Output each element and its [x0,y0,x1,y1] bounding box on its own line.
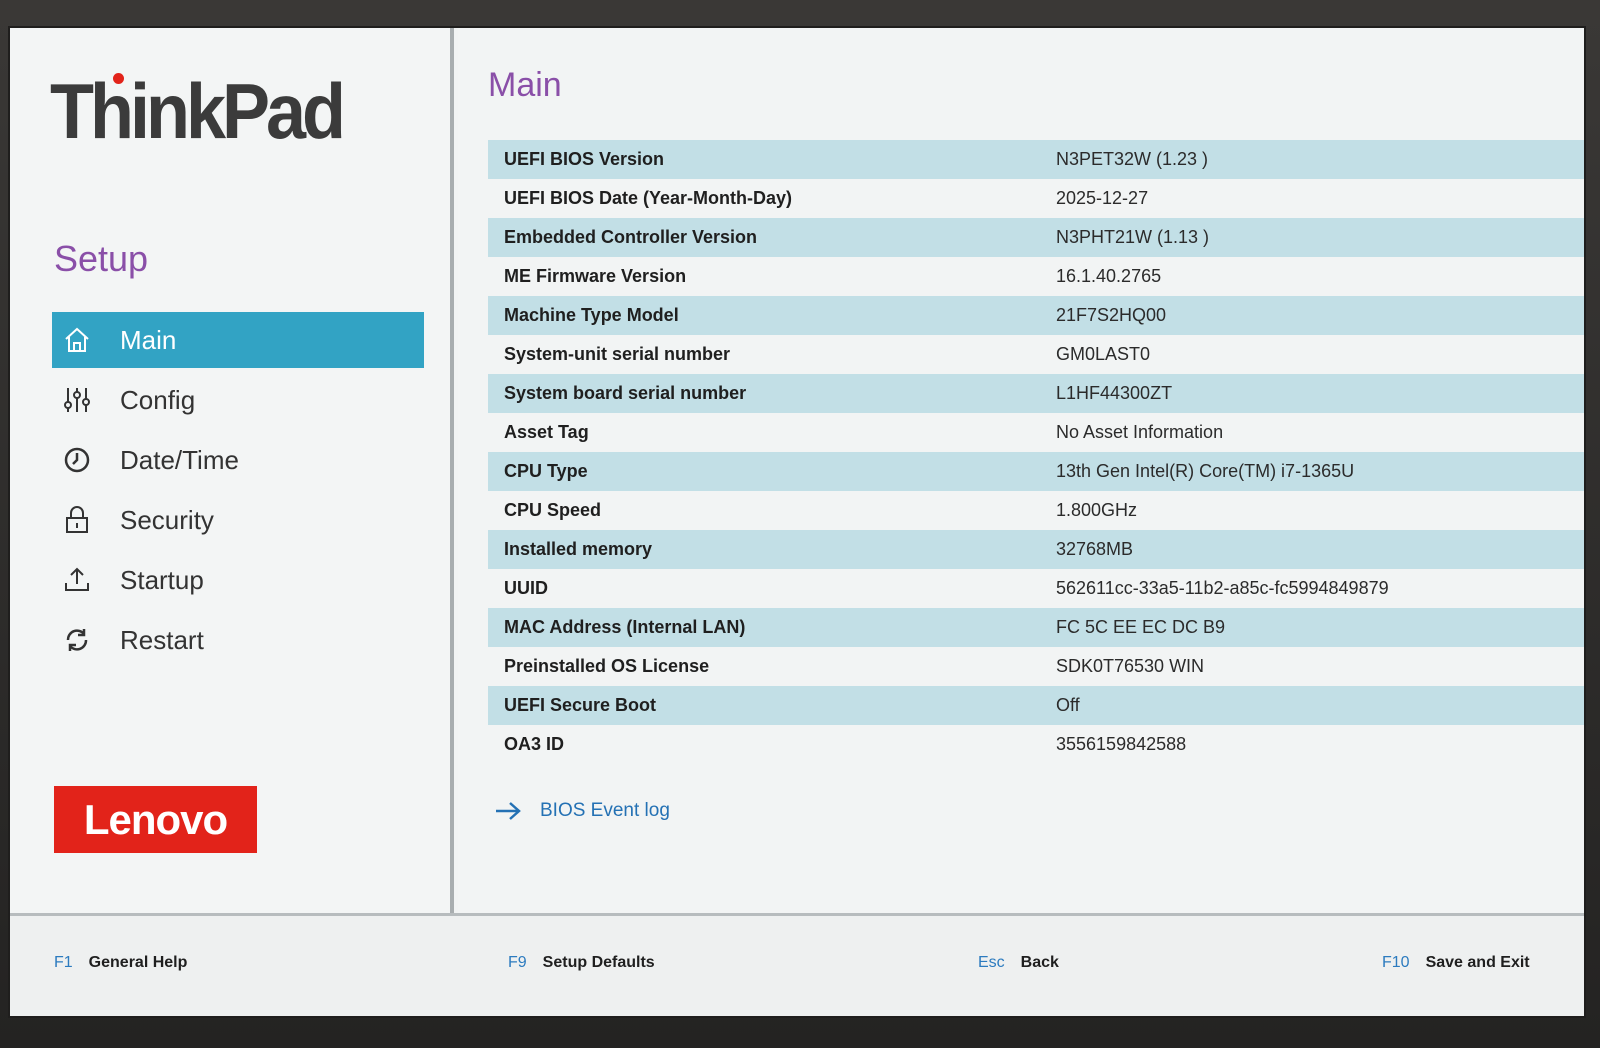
row-value: 32768MB [1056,539,1134,559]
row-value: FC 5C EE EC DC B9 [1056,617,1226,637]
sidebar: ThinkPad Setup Main Config Date/Time Sec… [10,28,454,913]
main-panel: Main UEFI BIOS Version N3PET32W (1.23 ) U… [458,28,1584,913]
key-description: Save and Exit [1425,954,1530,971]
row-value: 16.1.40.2765 [1056,266,1162,286]
row-label: CPU Type [504,461,588,481]
row-label: UEFI BIOS Version [504,149,665,169]
table-row: UEFI BIOS Date (Year-Month-Day) 2025-12-2… [488,179,1584,218]
thinkpad-logo: ThinkPad [50,69,346,156]
upload-icon [62,562,108,598]
row-value: 1.800GHz [1056,500,1138,520]
lenovo-logo: Lenovo [54,786,257,853]
sidebar-item-config[interactable]: Config [52,372,424,428]
table-row: Asset Tag No Asset Information [488,413,1584,452]
key-description: Setup Defaults [542,954,655,971]
home-icon [62,322,108,358]
row-label: Preinstalled OS License [504,656,710,676]
clock-icon [62,442,108,478]
sidebar-item-security[interactable]: Security [52,492,424,548]
table-row: Installed memory 32768MB [488,530,1584,569]
refresh-icon [62,622,108,658]
esc-back[interactable]: Esc Back [978,954,1059,972]
key-label: F10 [1382,954,1410,971]
table-row: CPU Type 13th Gen Intel(R) Core(TM) i7-13… [488,452,1584,491]
bios-event-log-label: BIOS Event log [540,800,670,821]
row-value: 13th Gen Intel(R) Core(TM) i7-1365U [1056,461,1355,481]
arrow-right-icon [496,802,521,820]
sidebar-item-date-time[interactable]: Date/Time [52,432,424,488]
row-label: UEFI Secure Boot [504,695,657,715]
lock-icon [62,502,108,538]
row-label: Machine Type Model [504,305,679,325]
bios-event-log-link[interactable]: BIOS Event log [494,800,670,822]
key-label: F9 [508,954,527,971]
table-row: UEFI BIOS Version N3PET32W (1.23 ) [488,140,1584,179]
sidebar-item-label: Config [120,384,196,415]
row-label: Installed memory [504,539,653,559]
setup-title: Setup [54,238,149,279]
row-value: No Asset Information [1056,422,1224,442]
row-value: 2025-12-27 [1056,188,1149,208]
f10-save-and-exit[interactable]: F10 Save and Exit [1382,954,1530,972]
row-value: SDK0T76530 WIN [1056,656,1205,676]
row-value: GM0LAST0 [1056,344,1151,364]
row-label: Asset Tag [504,422,589,442]
row-label: MAC Address (Internal LAN) [504,617,746,637]
row-label: ME Firmware Version [504,266,687,286]
f9-setup-defaults[interactable]: F9 Setup Defaults [508,954,655,972]
sidebar-item-main[interactable]: Main [52,312,424,368]
row-value: L1HF44300ZT [1056,383,1173,403]
sidebar-item-startup[interactable]: Startup [52,552,424,608]
row-value: N3PET32W (1.23 ) [1056,149,1209,169]
sidebar-item-label: Startup [120,564,204,595]
row-value: Off [1056,695,1080,715]
sidebar-item-restart[interactable]: Restart [52,612,424,668]
bios-screen: ThinkPad Setup Main Config Date/Time Sec… [8,26,1586,1018]
table-row: MAC Address (Internal LAN) FC 5C EE EC DC… [488,608,1584,647]
footer-key-bar: F1 General Help F9 Setup Defaults Esc Ba… [10,913,1584,1016]
sidebar-nav: Main Config Date/Time Security Startup R… [52,312,424,672]
table-row: System-unit serial number GM0LAST0 [488,335,1584,374]
row-label: OA3 ID [504,734,565,754]
row-label: System board serial number [504,383,747,403]
sidebar-item-label: Date/Time [120,444,239,475]
sliders-icon [62,382,108,418]
row-label: Embedded Controller Version [504,227,758,247]
key-label: F1 [54,954,73,971]
table-row: CPU Speed 1.800GHz [488,491,1584,530]
system-info-table: UEFI BIOS Version N3PET32W (1.23 ) UEFI B… [488,140,1584,764]
key-label: Esc [978,954,1005,971]
row-value: 21F7S2HQ00 [1056,305,1167,325]
row-value: 3556159842588 [1056,734,1187,754]
row-label: System-unit serial number [504,344,731,364]
table-row: System board serial number L1HF44300ZT [488,374,1584,413]
row-value: N3PHT21W (1.13 ) [1056,227,1210,247]
sidebar-item-label: Restart [120,624,204,655]
table-row: Preinstalled OS License SDK0T76530 WIN [488,647,1584,686]
thinkpad-logo-dot [113,73,124,84]
table-row: UEFI Secure Boot Off [488,686,1584,725]
table-row: UUID 562611cc-33a5-11b2-a85c-fc5994849879 [488,569,1584,608]
row-label: CPU Speed [504,500,602,520]
table-row: Machine Type Model 21F7S2HQ00 [488,296,1584,335]
f1-general-help[interactable]: F1 General Help [54,954,187,972]
sidebar-item-label: Main [120,324,177,355]
row-value: 562611cc-33a5-11b2-a85c-fc5994849879 [1056,578,1389,598]
table-row: Embedded Controller Version N3PHT21W (1.1… [488,218,1584,257]
table-row: ME Firmware Version 16.1.40.2765 [488,257,1584,296]
row-label: UEFI BIOS Date (Year-Month-Day) [504,188,793,208]
key-description: General Help [88,954,188,971]
sidebar-item-label: Security [120,504,214,535]
row-label: UUID [504,578,548,598]
key-description: Back [1020,954,1059,971]
page-title: Main [488,66,562,104]
table-row: OA3 ID 3556159842588 [488,725,1584,764]
